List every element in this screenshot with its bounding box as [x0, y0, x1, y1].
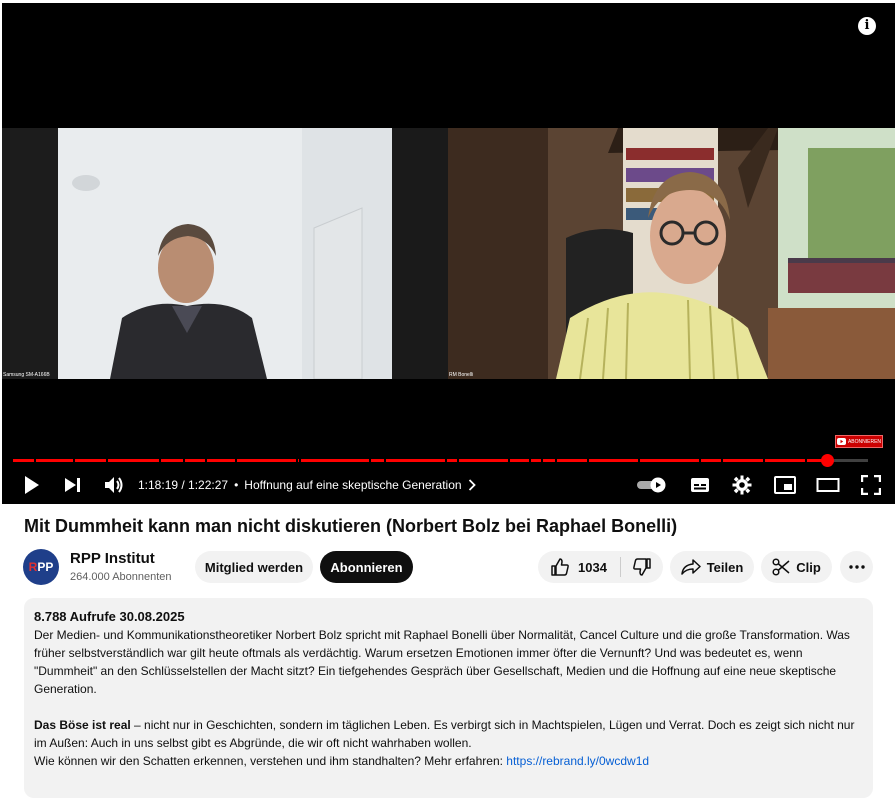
- like-button[interactable]: 1034: [538, 551, 620, 583]
- autoplay-toggle[interactable]: [635, 477, 669, 493]
- video-frame-left: Samsung SM-A166B: [2, 128, 448, 379]
- video-player[interactable]: i Samsung SM-A166B RM Bonelli ABONNIEREN…: [2, 3, 895, 504]
- thumbs-up-icon: [551, 558, 569, 576]
- more-actions-button[interactable]: [840, 551, 873, 583]
- channel-avatar[interactable]: R PP: [23, 549, 59, 585]
- dislike-button[interactable]: [621, 551, 663, 583]
- chapter-marker: [369, 459, 371, 462]
- play-button[interactable]: [23, 475, 41, 495]
- skip-next-icon: [65, 478, 80, 492]
- chapter-marker: [159, 459, 161, 462]
- chevron-right-icon: [468, 479, 476, 491]
- theater-mode-icon: [816, 478, 840, 492]
- chapter-marker: [508, 459, 510, 462]
- description-paragraph-3-text: Wie können wir den Schatten erkennen, ve…: [34, 754, 507, 768]
- right-controls: [635, 469, 895, 501]
- chapter-marker: [445, 459, 447, 462]
- avatar-letter: R: [28, 560, 38, 574]
- description-bold-lead: Das Böse ist real: [34, 718, 131, 732]
- subscriber-count: 264.000 Abonnenten: [70, 571, 172, 583]
- video-frame-right: RM Bonelli: [448, 128, 895, 379]
- chapter-marker: [541, 459, 543, 462]
- thumbs-down-icon: [633, 558, 651, 576]
- left-frame-label: Samsung SM-A166B: [3, 372, 50, 378]
- more-horizontal-icon: [848, 565, 865, 569]
- info-icon[interactable]: i: [858, 17, 876, 35]
- chapter-marker: [235, 459, 237, 462]
- like-dislike-group: 1034: [538, 551, 663, 583]
- clip-label: Clip: [796, 559, 821, 575]
- chapter-title[interactable]: Hoffnung auf eine skeptische Generation: [244, 478, 461, 492]
- time-display: 1:18:19 / 1:22:27: [138, 478, 229, 492]
- description-paragraph-2-text: – nicht nur in Geschichten, sondern im t…: [34, 718, 855, 750]
- progress-scrubber[interactable]: [820, 454, 834, 467]
- owner-row: R PP RPP Institut 264.000 Abonnenten Mitg…: [23, 548, 873, 588]
- chapter-chevron-button[interactable]: [468, 479, 476, 491]
- description-paragraph-3: Wie können wir den Schatten erkennen, ve…: [34, 752, 863, 770]
- miniplayer-icon: [774, 476, 796, 494]
- miniplayer-button[interactable]: [763, 476, 807, 494]
- progress-bar[interactable]: [13, 454, 868, 467]
- description-box[interactable]: 8.788 Aufrufe 30.08.2025 Der Medien- und…: [24, 598, 873, 798]
- autoplay-toggle-icon: [637, 477, 666, 493]
- chapter-marker: [805, 459, 807, 462]
- like-count: 1034: [578, 559, 607, 575]
- subtitles-button[interactable]: [679, 477, 721, 493]
- youtube-icon: [836, 438, 846, 445]
- subscribe-button[interactable]: Abonnieren: [320, 551, 413, 583]
- chapter-marker: [73, 459, 75, 462]
- chapter-marker: [763, 459, 765, 462]
- channel-name[interactable]: RPP Institut: [70, 550, 155, 567]
- player-controls: 1:18:19 / 1:22:27 • Hoffnung auf eine sk…: [2, 469, 895, 501]
- chapter-marker: [638, 459, 640, 462]
- scissors-icon: [772, 558, 790, 576]
- speaker-right-image: [448, 128, 895, 379]
- avatar-letters: PP: [37, 560, 54, 574]
- gear-icon: [732, 475, 752, 495]
- chapter-separator: •: [234, 478, 239, 492]
- next-button[interactable]: [64, 477, 82, 493]
- fullscreen-button[interactable]: [849, 475, 893, 495]
- chapter-marker: [106, 459, 108, 462]
- play-icon: [25, 476, 39, 494]
- chapter-marker: [457, 459, 459, 462]
- chapter-marker: [587, 459, 589, 462]
- description-paragraph-2: Das Böse ist real – nicht nur in Geschic…: [34, 716, 863, 752]
- chapter-marker: [555, 459, 557, 462]
- chapter-marker: [205, 459, 207, 462]
- share-button[interactable]: Teilen: [670, 551, 754, 583]
- subtitles-icon: [691, 478, 709, 492]
- right-frame-label: RM Bonelli: [449, 372, 474, 378]
- chapter-marker: [384, 459, 386, 462]
- chapter-marker: [183, 459, 185, 462]
- chapter-marker: [529, 459, 531, 462]
- speaker-left-image: [2, 128, 448, 379]
- share-icon: [680, 559, 701, 575]
- chapter-marker: [721, 459, 723, 462]
- view-count-date: 8.788 Aufrufe 30.08.2025: [34, 609, 185, 624]
- mute-button[interactable]: [104, 476, 124, 494]
- chapter-marker: [699, 459, 701, 462]
- settings-button[interactable]: [721, 475, 763, 495]
- theater-mode-button[interactable]: [807, 477, 849, 493]
- chapter-marker: [299, 459, 301, 462]
- clip-button[interactable]: Clip: [761, 551, 832, 583]
- share-label: Teilen: [706, 559, 744, 575]
- video-title: Mit Dummheit kann man nicht diskutieren …: [24, 516, 678, 536]
- join-membership-button[interactable]: Mitglied werden: [195, 551, 313, 583]
- volume-icon: [105, 477, 123, 493]
- subscribe-watermark[interactable]: ABONNIEREN: [835, 435, 883, 448]
- description-link[interactable]: https://rebrand.ly/0wcdw1d: [506, 754, 649, 768]
- subscribe-watermark-label: ABONNIEREN: [847, 438, 882, 445]
- progress-played: [13, 459, 827, 462]
- chapter-marker: [34, 459, 36, 462]
- fullscreen-icon: [861, 475, 881, 495]
- chapter-marker: [296, 459, 298, 462]
- description-paragraph: Der Medien- und Kommunikationstheoretike…: [34, 628, 850, 696]
